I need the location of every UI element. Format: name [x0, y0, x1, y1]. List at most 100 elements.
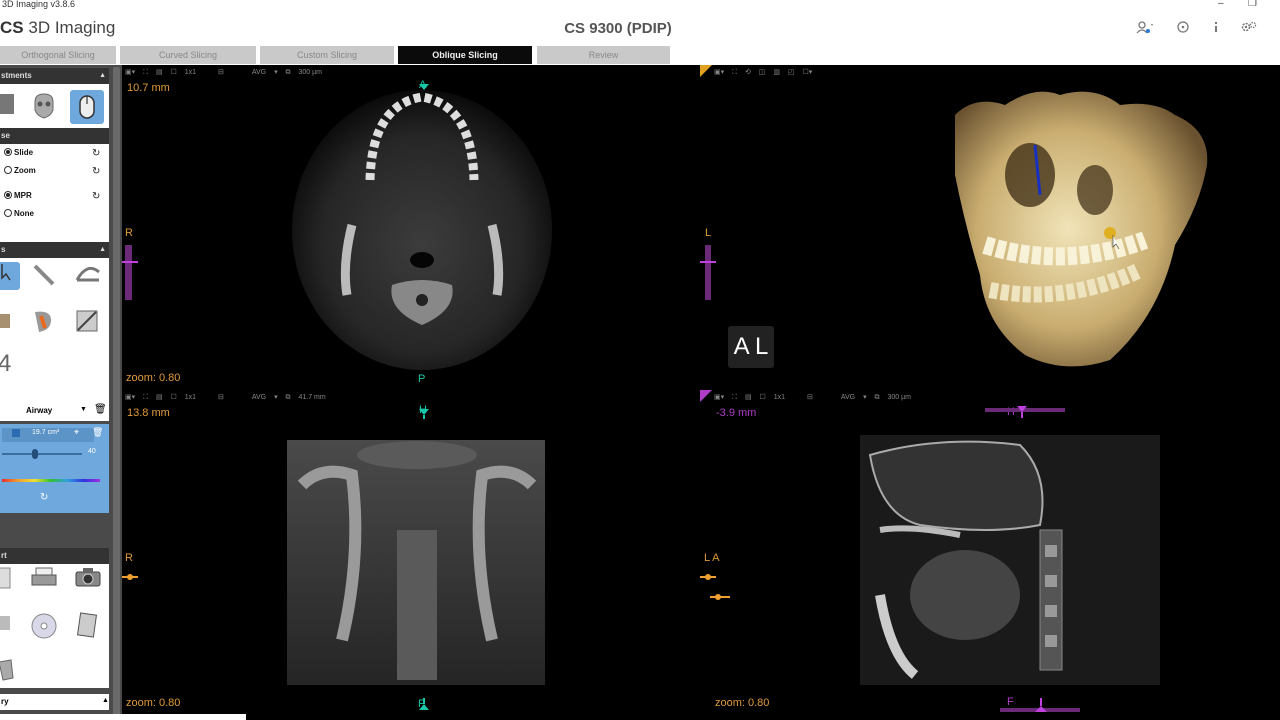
slice-marker-left[interactable]: [700, 572, 716, 582]
rotate-icon[interactable]: ⟲: [745, 69, 751, 76]
radio-zoom[interactable]: Zoom: [4, 166, 36, 175]
slice-marker-top[interactable]: [418, 407, 430, 419]
thickness-icon[interactable]: ⧉: [875, 394, 880, 401]
coronal-viewport[interactable]: ▣▾ ⛶ ▤ ☐ 1x1 ⊟ AVG ▾ ⧉ 41.7 mm 13.8 mm z…: [122, 390, 698, 720]
layout-value[interactable]: 1x1: [774, 394, 785, 401]
filter-dropdown-icon[interactable]: ▾: [274, 69, 278, 76]
reset-slide-icon[interactable]: ↻: [92, 148, 100, 159]
skull-render-icon[interactable]: [30, 92, 58, 120]
tab-custom-slicing[interactable]: Custom Slicing: [260, 46, 394, 64]
target-icon[interactable]: ⌖: [74, 427, 79, 438]
save-view-icon[interactable]: ▣▾: [125, 394, 135, 401]
fit-icon[interactable]: ⛶: [143, 394, 148, 401]
slice-marker-left-secondary[interactable]: [710, 592, 730, 602]
layout-value[interactable]: 1x1: [185, 69, 196, 76]
volume-render-viewport[interactable]: ▣▾ ⛶ ⟲ ◫ ▥ ◰ ☐▾ L: [700, 65, 1280, 390]
footer-dropdown[interactable]: ry ▲: [0, 694, 109, 710]
grayscale-icon[interactable]: [0, 92, 20, 120]
save-view-icon[interactable]: ▣▾: [125, 69, 135, 76]
tab-orthogonal-slicing[interactable]: Orthogonal Slicing: [0, 46, 116, 64]
radio-dot[interactable]: [4, 148, 12, 156]
collapse-caret-icon[interactable]: ▲: [99, 68, 106, 84]
fit-icon[interactable]: ⛶: [732, 394, 737, 401]
layout-icon[interactable]: ▤: [745, 394, 752, 401]
fit-icon[interactable]: ⛶: [143, 69, 148, 76]
print-icon[interactable]: [30, 566, 58, 594]
airway-dropdown-icon[interactable]: ▼: [80, 406, 87, 413]
save-view-icon[interactable]: ▣▾: [714, 69, 724, 76]
tool-number-four[interactable]: 4: [0, 350, 11, 378]
lock-icon[interactable]: ⊟: [807, 394, 813, 401]
airway-slider-track[interactable]: [2, 453, 82, 455]
volume-color-swatch[interactable]: [12, 429, 20, 437]
settings-gear-icon[interactable]: [1240, 20, 1258, 38]
orientation-cube-button[interactable]: A L: [728, 326, 774, 368]
filter-value[interactable]: AVG: [252, 69, 266, 76]
trash-icon[interactable]: 🗑: [92, 427, 103, 438]
footer-caret-icon[interactable]: ▲: [102, 697, 109, 704]
bookmark-icon[interactable]: [0, 658, 20, 686]
annotation-tool-icon[interactable]: [73, 308, 101, 336]
layout-icon[interactable]: ▤: [156, 69, 163, 76]
tab-review[interactable]: Review: [537, 46, 670, 64]
lock-icon[interactable]: ⊟: [218, 394, 224, 401]
layers-icon[interactable]: ▥: [773, 69, 780, 76]
reset-zoom-icon[interactable]: ↻: [92, 166, 100, 177]
reset-mpr-icon[interactable]: ↻: [92, 191, 100, 202]
delete-icon[interactable]: 🗑: [94, 404, 107, 415]
axial-viewport[interactable]: ▣▾ ⛶ ▤ ☐ 1x1 ⊟ AVG ▾ ⧉ 300 µm 10.7 mm zo…: [122, 65, 698, 390]
measure-line-icon[interactable]: [30, 262, 58, 290]
filter-value[interactable]: AVG: [252, 394, 266, 401]
cd-burn-icon[interactable]: [30, 612, 58, 640]
radio-dot[interactable]: [4, 166, 12, 174]
filter-dropdown-icon[interactable]: ▾: [863, 394, 867, 401]
folder-icon[interactable]: [0, 612, 18, 640]
camera-icon[interactable]: [74, 566, 102, 594]
sagittal-viewport[interactable]: ▣▾ ⛶ ▤ ☐ 1x1 ⊟ AVG ▾ ⧉ 300 µm -3.9 mm zo…: [700, 390, 1280, 720]
document-icon[interactable]: [0, 566, 18, 594]
radio-none[interactable]: None: [4, 209, 34, 218]
thickness-icon[interactable]: ⧉: [286, 394, 291, 401]
left-panel-scrollbar[interactable]: [113, 67, 120, 717]
save-view-icon[interactable]: ▣▾: [714, 394, 724, 401]
tab-curved-slicing[interactable]: Curved Slicing: [120, 46, 256, 64]
thickness-value[interactable]: 300 µm: [887, 394, 911, 401]
restore-button[interactable]: ❐: [1248, 0, 1257, 9]
minimize-button[interactable]: –: [1218, 0, 1224, 9]
radio-mpr[interactable]: MPR: [4, 191, 32, 200]
maximize-icon[interactable]: ☐: [171, 394, 177, 401]
radio-dot[interactable]: [4, 191, 12, 199]
maximize-icon[interactable]: ☐: [760, 394, 766, 401]
slice-marker-left[interactable]: [700, 245, 716, 300]
layout-icon[interactable]: ▤: [156, 394, 163, 401]
radio-slide[interactable]: Slide: [4, 148, 33, 157]
filter-value[interactable]: AVG: [841, 394, 855, 401]
tab-oblique-slicing[interactable]: Oblique Slicing: [398, 46, 532, 64]
airway-reset-icon[interactable]: ↻: [40, 492, 48, 503]
slice-marker-left[interactable]: [122, 572, 138, 582]
mouse-mode-icon[interactable]: [70, 90, 104, 124]
slice-marker-bottom[interactable]: [1000, 698, 1080, 714]
thickness-value[interactable]: 300 µm: [298, 69, 322, 76]
maximize-icon[interactable]: ☐: [171, 69, 177, 76]
collapse-caret-icon[interactable]: ▲: [99, 242, 106, 258]
maximize-icon[interactable]: ☐▾: [803, 69, 813, 76]
tools-header[interactable]: s ▲: [0, 242, 109, 258]
info-icon[interactable]: [1207, 20, 1225, 38]
crop-icon[interactable]: ◰: [788, 69, 795, 76]
clip-icon[interactable]: ◫: [759, 69, 766, 76]
slice-marker-left[interactable]: [122, 245, 138, 300]
slice-marker-bottom[interactable]: [418, 698, 430, 712]
fit-icon[interactable]: ⛶: [732, 69, 737, 76]
pointer-icon[interactable]: [0, 262, 20, 290]
lock-icon[interactable]: ⊟: [218, 69, 224, 76]
filter-dropdown-icon[interactable]: ▾: [274, 394, 278, 401]
layout-value[interactable]: 1x1: [185, 394, 196, 401]
thickness-value[interactable]: 41.7 mm: [298, 394, 325, 401]
airway-tool-icon[interactable]: [30, 308, 58, 336]
airway-slider-thumb[interactable]: [32, 449, 38, 459]
user-settings-icon[interactable]: [1136, 20, 1154, 38]
angle-measure-icon[interactable]: [73, 262, 101, 290]
adjustments-header[interactable]: stments ▲: [0, 68, 109, 84]
radio-dot[interactable]: [4, 209, 12, 217]
